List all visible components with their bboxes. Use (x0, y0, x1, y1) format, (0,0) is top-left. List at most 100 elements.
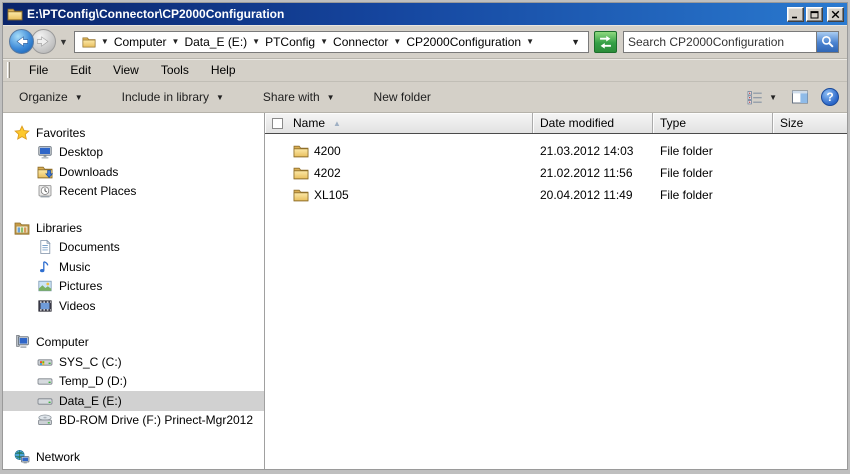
select-all-checkbox[interactable] (272, 117, 283, 129)
forward-button[interactable] (31, 29, 56, 54)
preview-pane-icon (791, 89, 809, 105)
column-header-name[interactable]: Name ▲ (265, 113, 533, 133)
file-type: File folder (660, 188, 713, 202)
command-toolbar: Organize ▼ Include in library ▼ Share wi… (3, 82, 847, 113)
drive-icon (37, 393, 53, 409)
music-note-icon (37, 259, 53, 275)
close-button[interactable] (827, 6, 844, 22)
monitor-icon (37, 144, 53, 160)
folder-icon (293, 165, 309, 181)
breadcrumb-ptconfig[interactable]: PTConfig (262, 35, 318, 49)
help-button[interactable]: ? (821, 88, 839, 106)
chevron-down-icon[interactable]: ▼ (250, 37, 262, 46)
menu-file[interactable]: File (18, 60, 59, 80)
window-title: E:\PTConfig\Connector\CP2000Configuratio… (27, 7, 285, 21)
menu-tools[interactable]: Tools (150, 60, 200, 80)
chevron-down-icon[interactable]: ▼ (99, 37, 111, 46)
folder-icon (7, 6, 23, 22)
menu-bar: File Edit View Tools Help (3, 59, 847, 82)
file-row-4200[interactable]: 4200 21.03.2012 14:03 File folder (265, 140, 847, 162)
chevron-down-icon: ▼ (216, 92, 224, 102)
film-icon (37, 298, 53, 314)
help-icon: ? (826, 90, 834, 104)
file-date: 21.03.2012 14:03 (540, 144, 634, 158)
sidebar-item-recent-places[interactable]: Recent Places (3, 182, 264, 202)
file-name: 4200 (314, 144, 341, 158)
file-row-xl105[interactable]: XL105 20.04.2012 11:49 File folder (265, 184, 847, 206)
preview-pane-button[interactable] (787, 86, 813, 108)
document-icon (37, 239, 53, 255)
nav-history-dropdown[interactable]: ▼ (59, 37, 68, 47)
address-history-dropdown[interactable]: ▼ (567, 37, 584, 47)
back-button[interactable] (9, 29, 34, 54)
minimize-button[interactable] (787, 6, 804, 22)
file-date: 20.04.2012 11:49 (540, 188, 633, 202)
organize-button[interactable]: Organize ▼ (13, 86, 89, 108)
address-breadcrumb-bar[interactable]: ▼ Computer ▼ Data_E (E:) ▼ PTConfig ▼ Co… (73, 30, 589, 53)
explorer-window: E:\PTConfig\Connector\CP2000Configuratio… (2, 2, 848, 470)
maximize-button[interactable] (806, 6, 823, 22)
drive-icon (37, 373, 53, 389)
chevron-down-icon[interactable]: ▼ (318, 37, 330, 46)
main-area: Favorites Desktop Downloads Recent Place… (3, 113, 847, 469)
folder-icon (293, 143, 309, 159)
title-bar[interactable]: E:\PTConfig\Connector\CP2000Configuratio… (3, 3, 847, 25)
search-button[interactable] (816, 31, 838, 52)
new-folder-button[interactable]: New folder (368, 86, 437, 108)
views-icon (746, 89, 764, 105)
include-in-library-button[interactable]: Include in library ▼ (116, 86, 230, 108)
column-header-date-modified[interactable]: Date modified (533, 113, 653, 133)
column-header-size[interactable]: Size (773, 113, 847, 133)
sidebar-item-documents[interactable]: Documents (3, 238, 264, 258)
sidebar-item-downloads[interactable]: Downloads (3, 162, 264, 182)
menu-view[interactable]: View (102, 60, 150, 80)
address-row: ▼ ▼ Computer ▼ Data_E (E:) ▼ PTConfig ▼ … (3, 25, 847, 59)
sidebar-item-bd-rom[interactable]: BD-ROM Drive (F:) Prinect-Mgr2012 (3, 411, 264, 431)
chevron-down-icon[interactable]: ▼ (170, 37, 182, 46)
menu-edit[interactable]: Edit (59, 60, 102, 80)
breadcrumb-connector[interactable]: Connector (330, 35, 391, 49)
refresh-button[interactable] (594, 30, 617, 53)
chevron-down-icon[interactable]: ▼ (391, 37, 403, 46)
breadcrumb-data-e[interactable]: Data_E (E:) (181, 35, 250, 49)
picture-icon (37, 278, 53, 294)
sidebar-item-data-e[interactable]: Data_E (E:) (3, 391, 264, 411)
close-icon (831, 10, 840, 18)
breadcrumb-computer[interactable]: Computer (111, 35, 170, 49)
chevron-down-icon: ▼ (326, 92, 335, 102)
sidebar-section-network[interactable]: Network (3, 447, 264, 467)
file-rows: 4200 21.03.2012 14:03 File folder 4202 2… (265, 134, 847, 469)
sidebar-item-temp-d[interactable]: Temp_D (D:) (3, 372, 264, 392)
share-with-button[interactable]: Share with ▼ (257, 86, 341, 108)
minimize-icon (792, 16, 797, 18)
sidebar-section-libraries[interactable]: Libraries (3, 218, 264, 238)
menu-grip[interactable] (7, 62, 10, 78)
menu-help[interactable]: Help (200, 60, 247, 80)
chevron-down-icon: ▼ (769, 92, 777, 102)
file-date: 21.02.2012 11:56 (540, 166, 633, 180)
sidebar-item-pictures[interactable]: Pictures (3, 277, 264, 297)
search-box (623, 30, 839, 53)
breadcrumb-cp2000configuration[interactable]: CP2000Configuration (403, 35, 524, 49)
search-icon (819, 33, 837, 51)
system-drive-icon (37, 354, 53, 370)
sidebar-item-music[interactable]: Music (3, 257, 264, 277)
folder-icon (293, 187, 309, 203)
sidebar-section-computer[interactable]: Computer (3, 333, 264, 353)
sidebar-item-desktop[interactable]: Desktop (3, 143, 264, 163)
downloads-folder-icon (37, 164, 53, 180)
chevron-down-icon[interactable]: ▼ (524, 37, 536, 46)
forward-arrow-icon (32, 29, 55, 54)
sidebar-item-sys-c[interactable]: SYS_C (C:) (3, 352, 264, 372)
sidebar-item-videos[interactable]: Videos (3, 296, 264, 316)
sidebar-section-favorites[interactable]: Favorites (3, 123, 264, 143)
file-row-4202[interactable]: 4202 21.02.2012 11:56 File folder (265, 162, 847, 184)
search-input[interactable] (624, 31, 816, 52)
navigation-pane: Favorites Desktop Downloads Recent Place… (3, 113, 265, 469)
column-header-type[interactable]: Type (653, 113, 773, 133)
star-icon (14, 125, 30, 141)
change-view-button[interactable]: ▼ (742, 86, 781, 108)
back-arrow-icon (10, 29, 33, 54)
address-folder-icon (81, 35, 97, 49)
libraries-icon (14, 220, 30, 236)
